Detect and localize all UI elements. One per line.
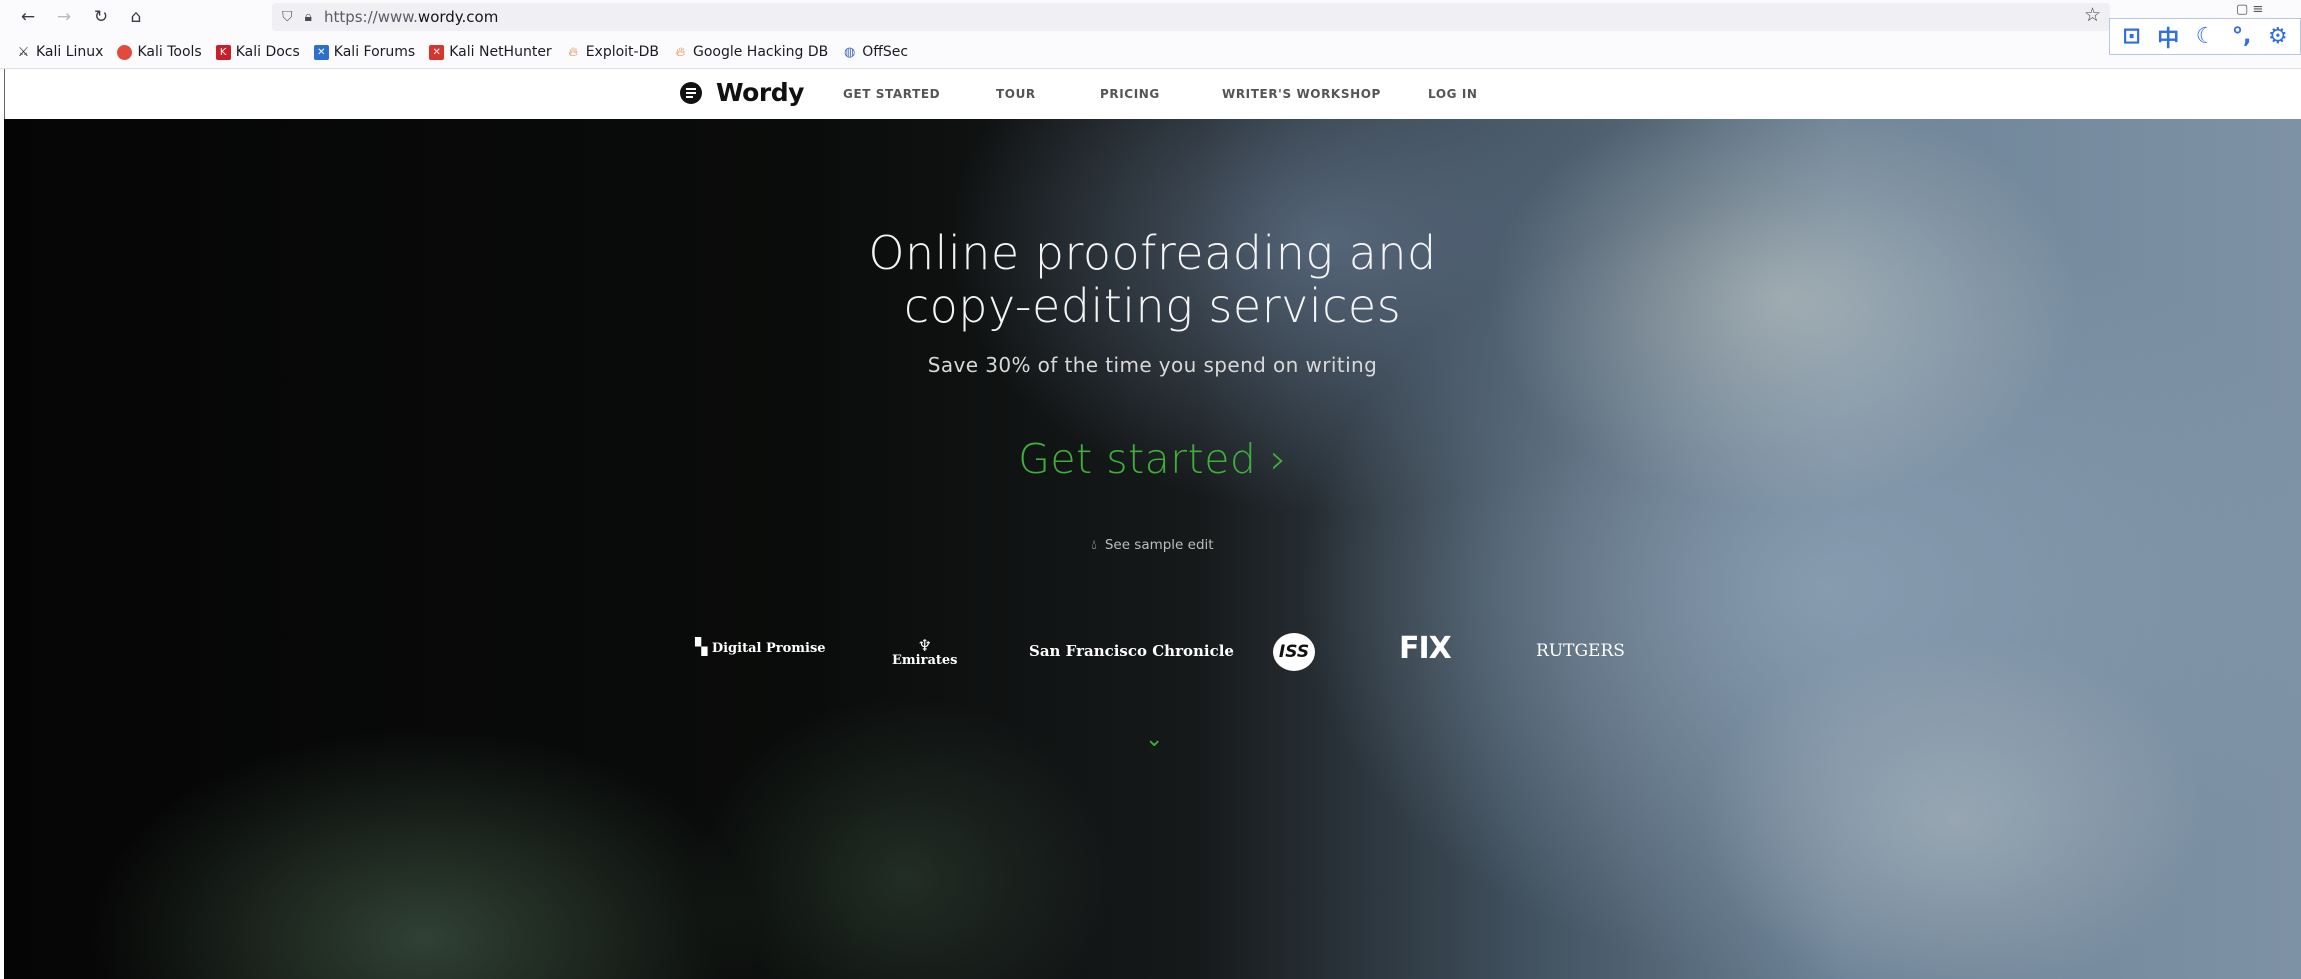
hero-section: Online proofreading and copy-editing ser… <box>4 119 2301 979</box>
see-sample-edit-link[interactable]: 💧︎ See sample edit <box>4 537 2301 553</box>
digital-promise-icon: ▚ <box>695 637 708 656</box>
offsec-icon: ◍ <box>844 44 856 60</box>
bookmark-kali-nethunter[interactable]: ✕ Kali NetHunter <box>429 44 552 60</box>
get-started-cta[interactable]: Get started › <box>4 435 2301 483</box>
chinese-char-icon[interactable]: 中 <box>2157 21 2179 53</box>
bookmark-star-icon[interactable]: ☆ <box>2084 4 2101 26</box>
reload-icon[interactable]: ↻ <box>88 4 114 30</box>
logo-digital-promise: ▚ Digital Promise <box>695 637 826 656</box>
tracking-shield-icon[interactable]: ⛉ <box>282 9 293 25</box>
url-text[interactable]: https://www.wordy.com <box>324 8 498 26</box>
logo-emirates: ♆ Emirates <box>892 636 958 669</box>
nav-pricing[interactable]: PRICING <box>1100 87 1160 101</box>
bookmark-offsec[interactable]: ◍ OffSec <box>842 44 908 60</box>
bookmark-google-hacking-db[interactable]: 🔥︎ Google Hacking DB <box>673 44 829 60</box>
address-bar[interactable]: ⛉ 🔒︎ https://www.wordy.com <box>272 3 2110 31</box>
nav-tour[interactable]: TOUR <box>996 87 1036 101</box>
extension-panel: ⊡ 中 ☾ °, ⚙ <box>2109 18 2301 55</box>
kali-nethunter-icon: ✕ <box>429 44 445 60</box>
client-logos: ▚ Digital Promise ♆ Emirates San Francis… <box>4 631 2301 681</box>
screenshot-icon[interactable]: ⊡ <box>2122 24 2140 49</box>
wordy-logo[interactable]: Wordy <box>680 78 804 107</box>
back-icon[interactable]: ← <box>15 4 41 30</box>
moon-icon[interactable]: ☾ <box>2196 24 2216 49</box>
nav-writers-workshop[interactable]: WRITER'S WORKSHOP <box>1222 87 1381 101</box>
logo-rutgers: RUTGERS <box>1536 641 1625 661</box>
ghdb-icon: 🔥︎ <box>675 44 686 60</box>
drop-icon: 💧︎ <box>1091 537 1097 553</box>
site-header: Wordy GET STARTED TOUR PRICING WRITER'S … <box>4 69 2301 119</box>
wordy-logo-icon <box>680 81 702 104</box>
bookmark-kali-docs[interactable]: K Kali Docs <box>215 44 300 60</box>
logo-iss: ISS <box>1273 633 1315 671</box>
emirates-emblem-icon: ♆ <box>917 636 932 655</box>
browser-toolbar: ← → ↻ ⌂ ⛉ 🔒︎ https://www.wordy.com ☆ ▢ ≡ <box>0 0 2301 34</box>
kali-dragon-icon: ⚔ <box>17 44 30 60</box>
bookmark-kali-linux[interactable]: ⚔ Kali Linux <box>16 44 104 60</box>
scroll-down-chevron-icon[interactable]: ⌄ <box>1145 727 1163 752</box>
kali-docs-icon: K <box>215 44 231 60</box>
bookmarks-toolbar: ⚔ Kali Linux Kali Tools K Kali Docs ✕ Ka… <box>0 39 908 65</box>
forward-icon[interactable]: → <box>51 4 77 30</box>
comma-icon[interactable]: °, <box>2232 24 2251 49</box>
hero-subtitle: Save 30% of the time you spend on writin… <box>927 353 1378 377</box>
logo-sf-chronicle: San Francisco Chronicle <box>1029 642 1234 660</box>
exploit-db-icon: 🔥︎ <box>568 44 578 60</box>
hero-title: Online proofreading and copy-editing ser… <box>868 226 1437 333</box>
toolbar-extra-icons[interactable]: ▢ ≡ <box>2236 2 2263 17</box>
nav-log-in[interactable]: LOG IN <box>1428 87 1478 101</box>
bookmark-kali-forums[interactable]: ✕ Kali Forums <box>313 44 415 60</box>
home-icon[interactable]: ⌂ <box>123 4 149 30</box>
kali-tools-icon <box>117 44 133 60</box>
bookmark-exploit-db[interactable]: 🔥︎ Exploit-DB <box>566 44 659 60</box>
logo-fix: FIX <box>1399 631 1452 666</box>
bookmark-kali-tools[interactable]: Kali Tools <box>117 44 202 60</box>
kali-forums-icon: ✕ <box>313 44 329 60</box>
nav-get-started[interactable]: GET STARTED <box>843 87 940 101</box>
lock-icon[interactable]: 🔒︎ <box>305 9 312 25</box>
gear-icon[interactable]: ⚙ <box>2268 24 2288 49</box>
browser-chrome: ← → ↻ ⌂ ⛉ 🔒︎ https://www.wordy.com ☆ ▢ ≡… <box>0 0 2301 69</box>
